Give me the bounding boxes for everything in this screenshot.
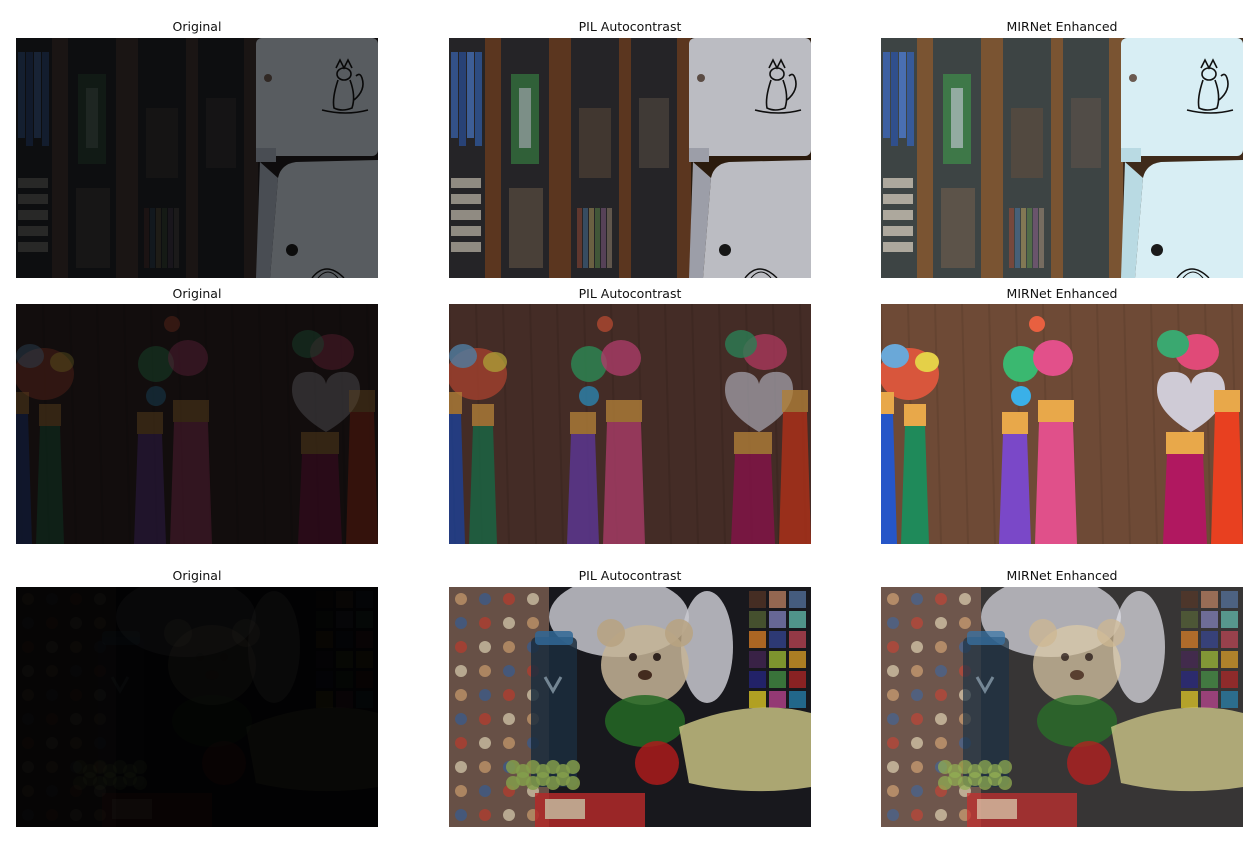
panel-row3-autocontrast: PIL Autocontrast [449, 0, 811, 843]
panel-row3-mirnet: MIRNet Enhanced [881, 0, 1243, 843]
teddy-bear-photo-autocontrast [449, 587, 811, 827]
panel-title: MIRNet Enhanced [1006, 568, 1118, 583]
teddy-bear-photo-mirnet [881, 587, 1243, 827]
panel-row3-original: Original [16, 0, 378, 843]
panel-title: PIL Autocontrast [578, 568, 682, 583]
panel-title: Original [172, 568, 222, 583]
teddy-bear-photo-original [16, 587, 378, 827]
